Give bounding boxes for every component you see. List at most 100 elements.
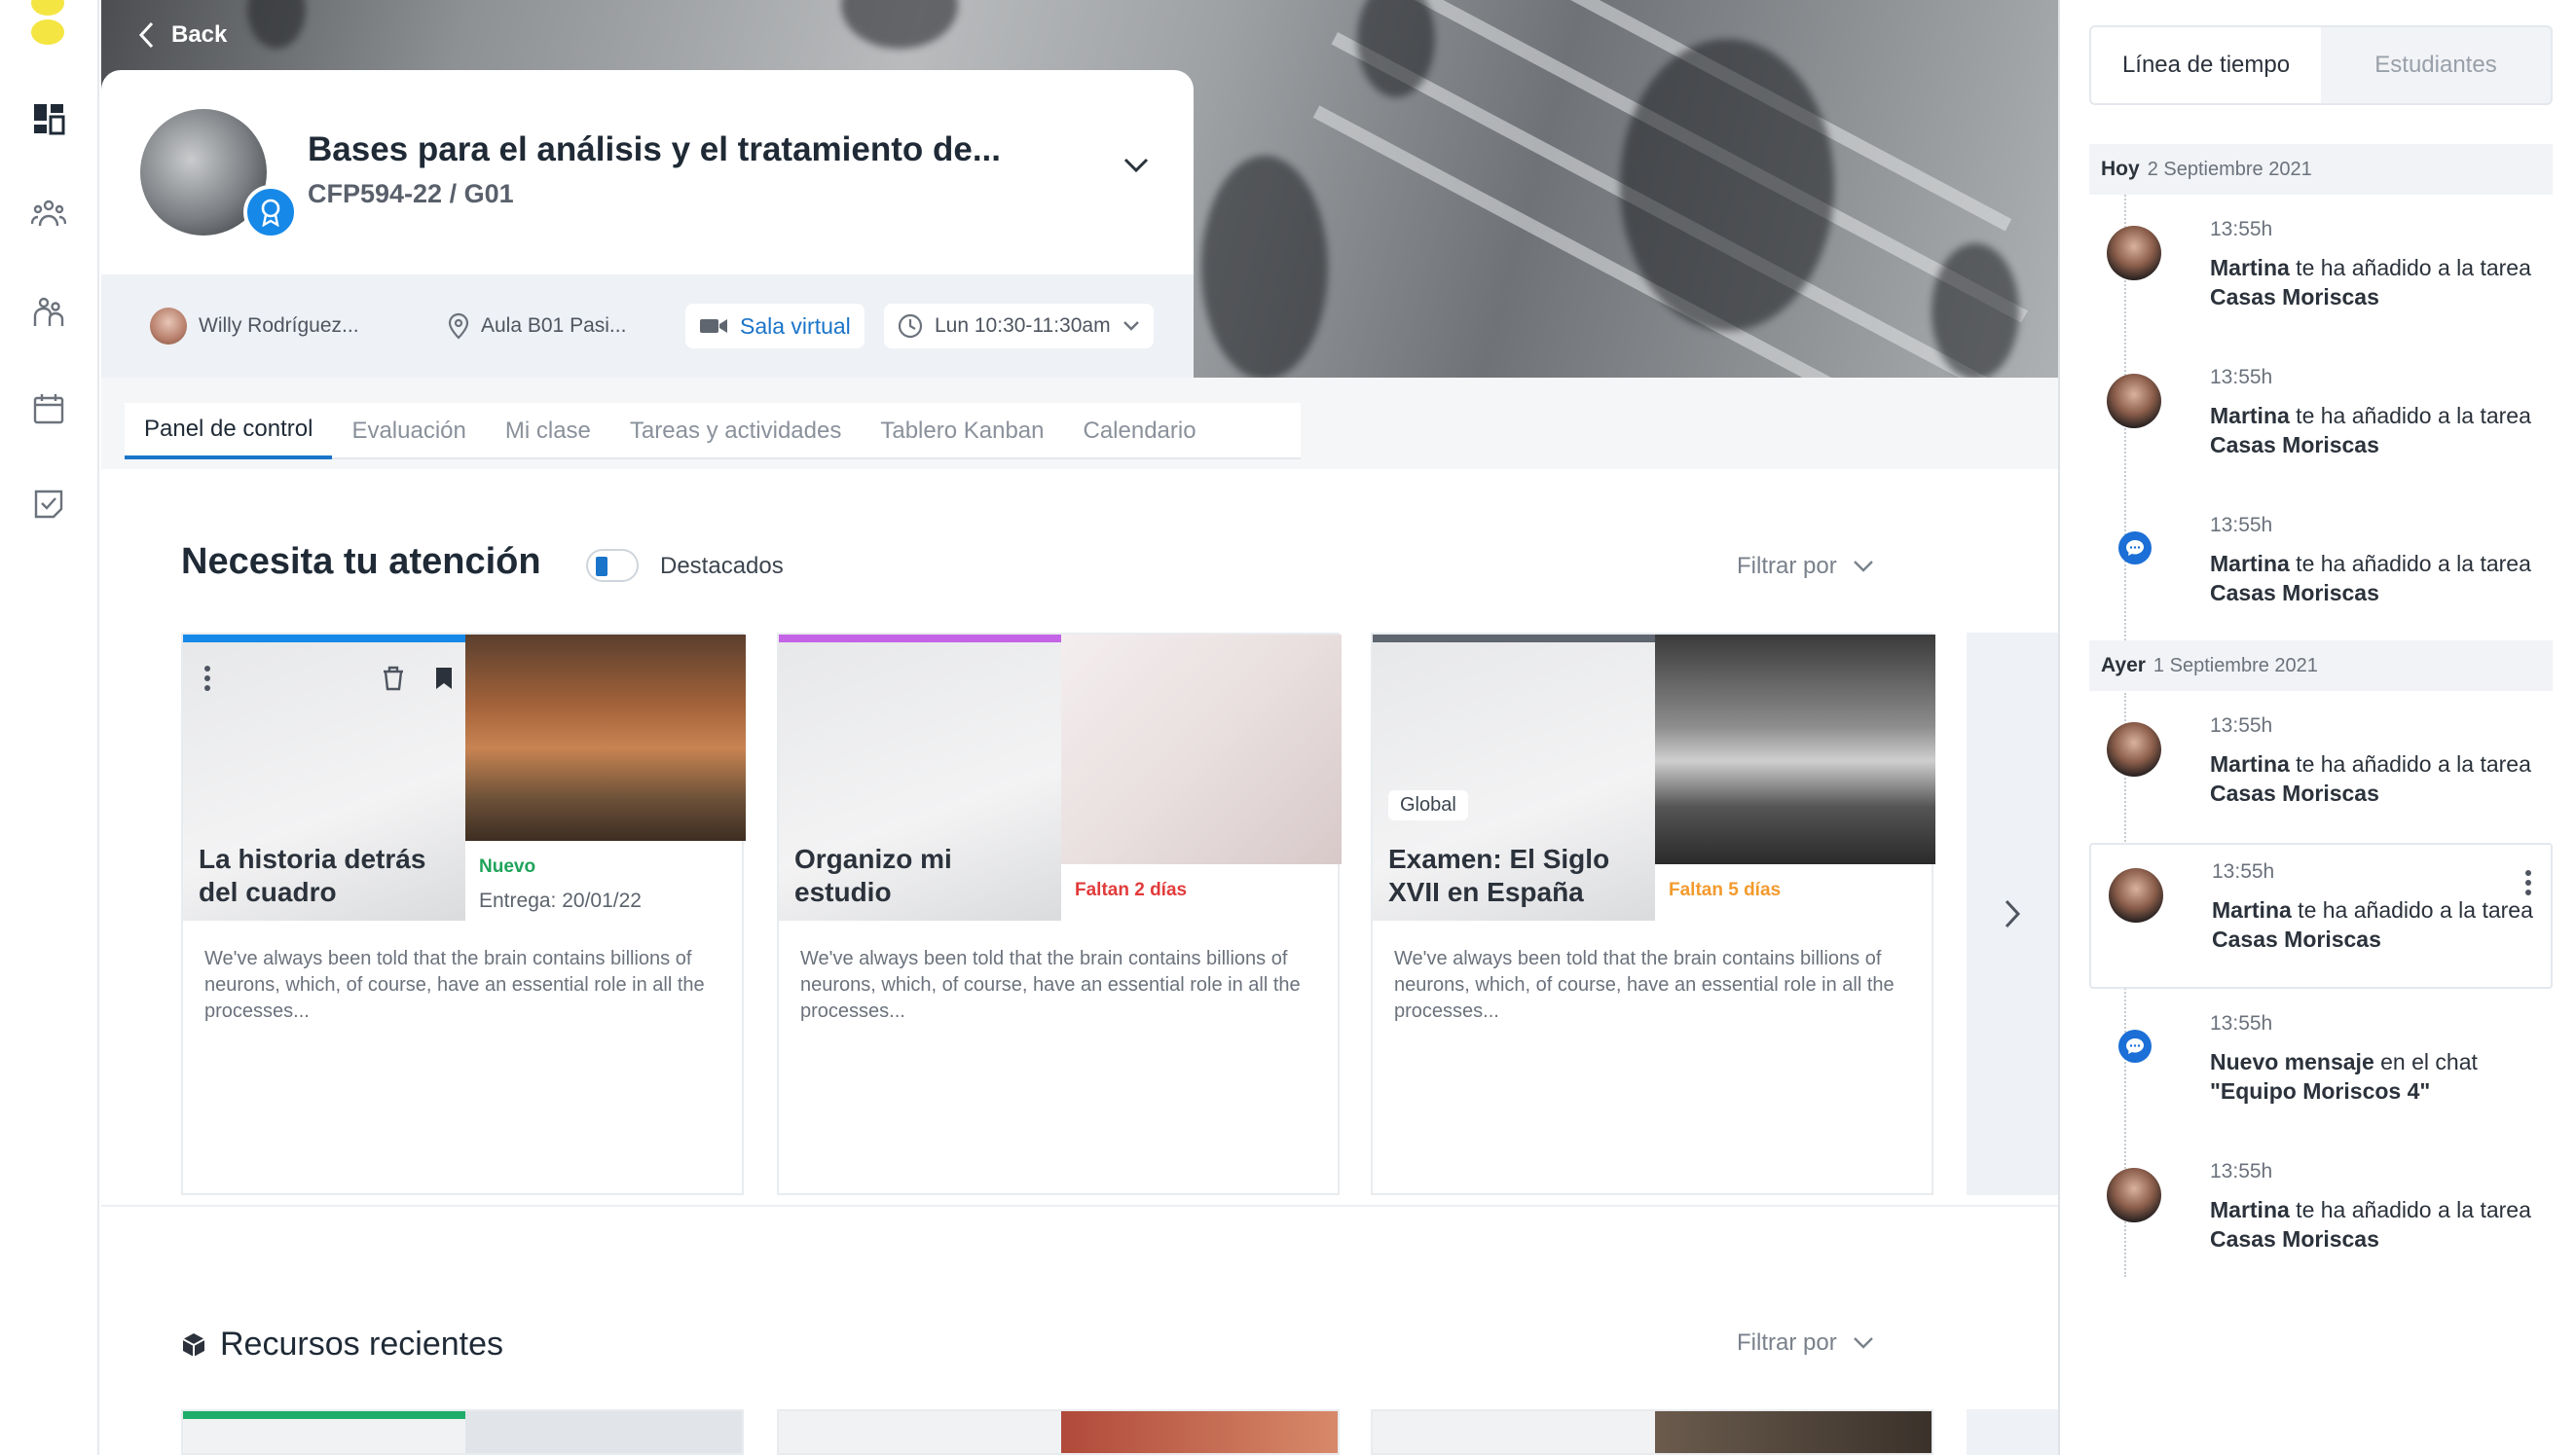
- timeline-event[interactable]: 13:55h Martina te ha añadido a la tarea …: [2089, 202, 2553, 345]
- app-logo[interactable]: [31, 0, 64, 47]
- card-image: [465, 635, 746, 841]
- back-button[interactable]: Back: [138, 21, 227, 49]
- card-image: [1061, 635, 1342, 864]
- people-icon[interactable]: [29, 292, 68, 331]
- box-icon: [182, 1332, 205, 1357]
- event-actor: Martina: [2212, 897, 2292, 923]
- tab-linea-de-tiempo[interactable]: Línea de tiempo: [2091, 27, 2321, 103]
- timeline-panel: Línea de tiempo Estudiantes Hoy 2 Septie…: [2058, 0, 2576, 1455]
- resources-next-button[interactable]: [1967, 1409, 2058, 1455]
- chevron-left-icon: [138, 21, 154, 49]
- event-target: Casas Moriscas: [2210, 432, 2379, 457]
- more-vertical-icon[interactable]: [2523, 868, 2533, 897]
- room-item[interactable]: Aula B01 Pasi...: [448, 304, 626, 348]
- resources-filter[interactable]: Filtrar por: [1737, 1329, 1874, 1357]
- day-header-yesterday: Ayer 1 Septiembre 2021: [2089, 640, 2553, 691]
- tabs-bar: Panel de control Evaluación Mi clase Tar…: [101, 378, 2058, 469]
- chevron-down-icon[interactable]: [1123, 158, 1149, 178]
- tab-kanban[interactable]: Tablero Kanban: [861, 403, 1063, 459]
- virtual-room-button[interactable]: Sala virtual: [685, 304, 865, 348]
- event-actor: Martina: [2210, 551, 2290, 576]
- event-time: 13:55h: [2212, 860, 2275, 883]
- filter-label: Filtrar por: [1737, 1329, 1837, 1356]
- tab-panel-de-control[interactable]: Panel de control: [125, 403, 333, 459]
- event-text: Martina te ha añadido a la tarea Casas M…: [2210, 549, 2531, 607]
- clock-icon: [898, 313, 923, 339]
- day-label: Hoy: [2101, 158, 2140, 180]
- room-name: Aula B01 Pasi...: [481, 314, 627, 337]
- event-time: 13:55h: [2210, 1012, 2273, 1035]
- event-target: Casas Moriscas: [2210, 580, 2379, 605]
- tab-calendario[interactable]: Calendario: [1064, 403, 1216, 459]
- card-color-bar: [1373, 635, 1655, 642]
- event-actor: Nuevo mensaje: [2210, 1049, 2374, 1074]
- dashboard-content: Necesita tu atención Destacados Filtrar …: [101, 469, 2058, 1455]
- timeline-event[interactable]: 13:55h Nuevo mensaje en el chat "Equipo …: [2089, 997, 2553, 1139]
- event-time: 13:55h: [2210, 1160, 2273, 1182]
- avatar: [2107, 226, 2161, 280]
- virtual-room-label: Sala virtual: [740, 312, 851, 339]
- more-vertical-icon[interactable]: [202, 664, 212, 693]
- event-actor: Martina: [2210, 255, 2290, 280]
- tab-estudiantes[interactable]: Estudiantes: [2321, 27, 2551, 103]
- task-card[interactable]: Organizo mi estudio Faltan 2 días We've …: [777, 633, 1342, 1195]
- attention-section-title: Necesita tu atención: [181, 541, 541, 582]
- event-message: te ha añadido a la tarea: [2289, 551, 2531, 576]
- card-status: Nuevo: [479, 856, 536, 877]
- attention-filter[interactable]: Filtrar por: [1737, 553, 1874, 580]
- event-target: Casas Moriscas: [2210, 1226, 2379, 1252]
- dashboard-icon[interactable]: [29, 99, 68, 138]
- tab-tareas[interactable]: Tareas y actividades: [610, 403, 861, 459]
- chat-icon: [2118, 1030, 2152, 1063]
- global-badge: Global: [1388, 790, 1468, 820]
- resource-card[interactable]: [181, 1409, 744, 1455]
- event-text: Martina te ha añadido a la tarea Casas M…: [2210, 401, 2531, 459]
- course-header-card: Bases para el análisis y el tratamiento …: [101, 70, 1194, 274]
- chevron-down-icon: [1853, 1337, 1873, 1349]
- task-card[interactable]: La historia detrás del cuadro Nuevo Entr…: [181, 633, 746, 1195]
- schedule-label: Lun 10:30-11:30am: [935, 314, 1111, 337]
- carousel-next-button[interactable]: [1967, 633, 2058, 1195]
- chevron-right-icon: [2005, 899, 2021, 928]
- event-text: Nuevo mensaje en el chat "Equipo Morisco…: [2210, 1047, 2531, 1106]
- card-due-date: Entrega: 20/01/22: [479, 890, 642, 912]
- card-color-bar: [779, 635, 1061, 642]
- app-root: Back Bases para el análisis y el tratami…: [0, 0, 2576, 1455]
- event-text: Martina te ha añadido a la tarea Casas M…: [2212, 895, 2533, 954]
- task-card[interactable]: Global Examen: El Siglo XVII en España F…: [1371, 633, 1935, 1195]
- bookmark-icon[interactable]: [434, 666, 454, 691]
- card-title: La historia detrás del cuadro: [199, 844, 426, 907]
- timeline-event[interactable]: 13:55h Martina te ha añadido a la tarea …: [2089, 1145, 2553, 1287]
- timeline-event[interactable]: 13:55h Martina te ha añadido a la tarea …: [2089, 498, 2553, 640]
- community-icon[interactable]: [29, 195, 68, 234]
- event-time: 13:55h: [2210, 366, 2273, 388]
- card-status: Faltan 2 días: [1075, 880, 1188, 900]
- event-message: te ha añadido a la tarea: [2289, 1197, 2531, 1222]
- avatar: [2107, 722, 2161, 777]
- teacher-name: Willy Rodríguez...: [199, 314, 359, 337]
- card-status: Faltan 5 días: [1669, 880, 1782, 900]
- calendar-icon[interactable]: [29, 389, 68, 428]
- schedule-dropdown[interactable]: Lun 10:30-11:30am: [884, 304, 1154, 348]
- featured-toggle[interactable]: [586, 549, 639, 582]
- location-pin-icon: [448, 312, 469, 340]
- timeline-event[interactable]: 13:55h Martina te ha añadido a la tarea …: [2089, 843, 2553, 989]
- timeline-event[interactable]: 13:55h Martina te ha añadido a la tarea …: [2089, 699, 2553, 841]
- resource-card[interactable]: [777, 1409, 1340, 1455]
- award-badge-icon: [243, 185, 298, 239]
- event-time: 13:55h: [2210, 218, 2273, 240]
- tab-evaluacion[interactable]: Evaluación: [332, 403, 485, 459]
- card-image: [1655, 1411, 1932, 1453]
- tab-mi-clase[interactable]: Mi clase: [486, 403, 610, 459]
- card-color-bar: [183, 635, 465, 642]
- teacher-item[interactable]: Willy Rodríguez...: [150, 304, 359, 348]
- timeline-event[interactable]: 13:55h Martina te ha añadido a la tarea …: [2089, 350, 2553, 492]
- card-description: We've always been told that the brain co…: [800, 948, 1301, 1022]
- course-title: Bases para el análisis y el tratamiento …: [308, 130, 1001, 168]
- tasks-icon[interactable]: [29, 485, 68, 524]
- avatar: [2107, 374, 2161, 428]
- trash-icon[interactable]: [382, 666, 405, 691]
- resource-card[interactable]: [1371, 1409, 1933, 1455]
- day-header-today: Hoy 2 Septiembre 2021: [2089, 144, 2553, 195]
- event-actor: Martina: [2210, 403, 2290, 428]
